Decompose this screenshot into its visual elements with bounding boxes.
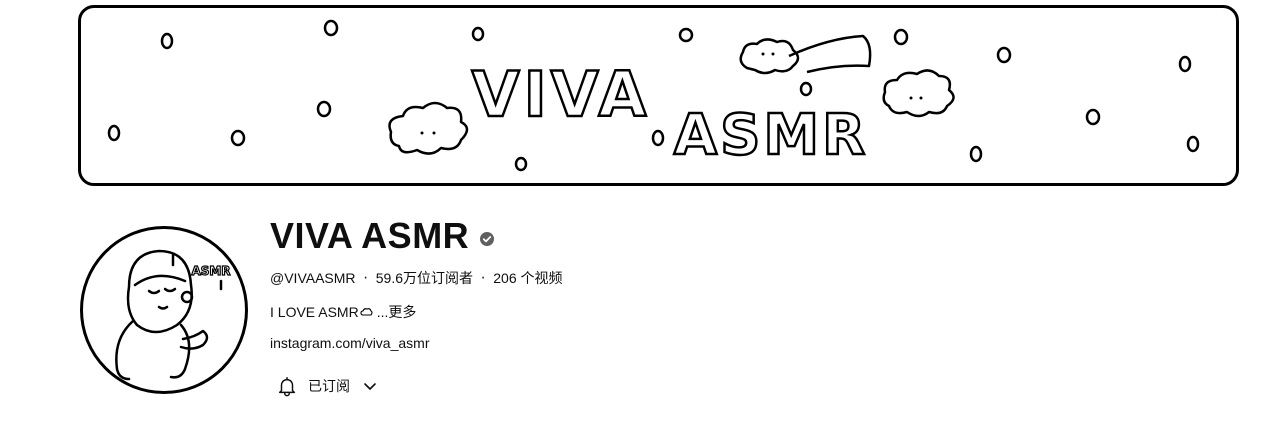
channel-header: VIVA ASMR	[270, 212, 495, 260]
channel-avatar[interactable]: ASMR	[80, 226, 248, 394]
avatar-badge-text: ASMR	[191, 264, 230, 278]
chevron-down-icon	[364, 383, 376, 390]
channel-meta: @VIVAASMR ‧ 59.6万位订阅者 ‧ 206 个视频	[270, 268, 563, 288]
channel-banner: VIVA ASMR	[78, 5, 1239, 186]
subscriber-count: 59.6万位订阅者	[375, 270, 474, 286]
check-circle-icon	[480, 232, 495, 246]
bell-icon	[278, 377, 296, 397]
banner-title-line1: VIVA	[472, 58, 651, 131]
banner-art: VIVA ASMR	[107, 19, 1200, 172]
video-count: 206 个视频	[493, 270, 563, 286]
meta-separator: ‧	[480, 270, 486, 286]
channel-link[interactable]: instagram.com/viva_asmr	[270, 335, 430, 351]
more-link[interactable]: ...更多	[377, 302, 417, 322]
subscribed-button[interactable]: 已订阅	[276, 370, 378, 402]
subscribed-label: 已订阅	[308, 378, 350, 394]
channel-name: VIVA ASMR	[270, 215, 470, 256]
channel-handle: @VIVAASMR	[270, 270, 356, 286]
cloud-icon	[360, 308, 373, 316]
channel-description[interactable]: I LOVE ASMR ...更多	[270, 302, 416, 322]
banner-title-line2: ASMR	[674, 103, 869, 168]
meta-separator: ‧	[363, 270, 368, 286]
avatar-art: ASMR	[115, 249, 231, 381]
description-text: I LOVE ASMR	[270, 304, 359, 320]
